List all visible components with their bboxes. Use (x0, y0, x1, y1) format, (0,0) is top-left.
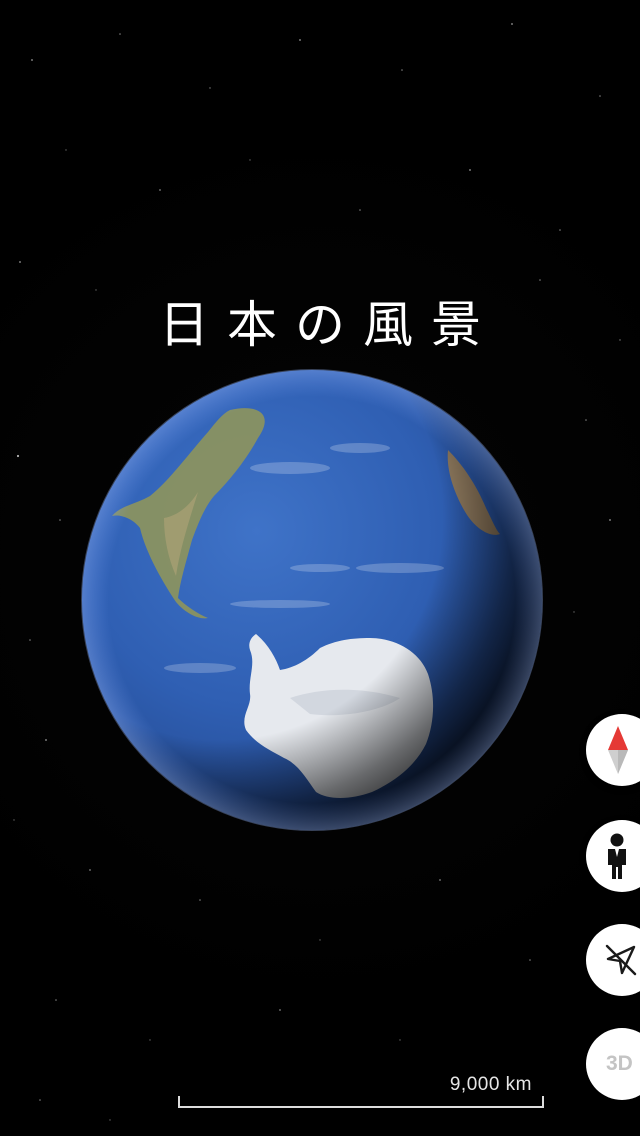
scale-bar: 9,000 km (178, 1068, 546, 1110)
earth-globe[interactable] (80, 368, 544, 832)
scale-label: 9,000 km (449, 1074, 532, 1095)
location-off-icon (605, 944, 637, 976)
mode-3d-label: 3D (606, 1052, 633, 1075)
compass-icon (608, 726, 628, 774)
page-title: 日本の風景 (159, 296, 499, 354)
scale-ruler (178, 1096, 544, 1108)
pegman-icon (608, 833, 626, 879)
